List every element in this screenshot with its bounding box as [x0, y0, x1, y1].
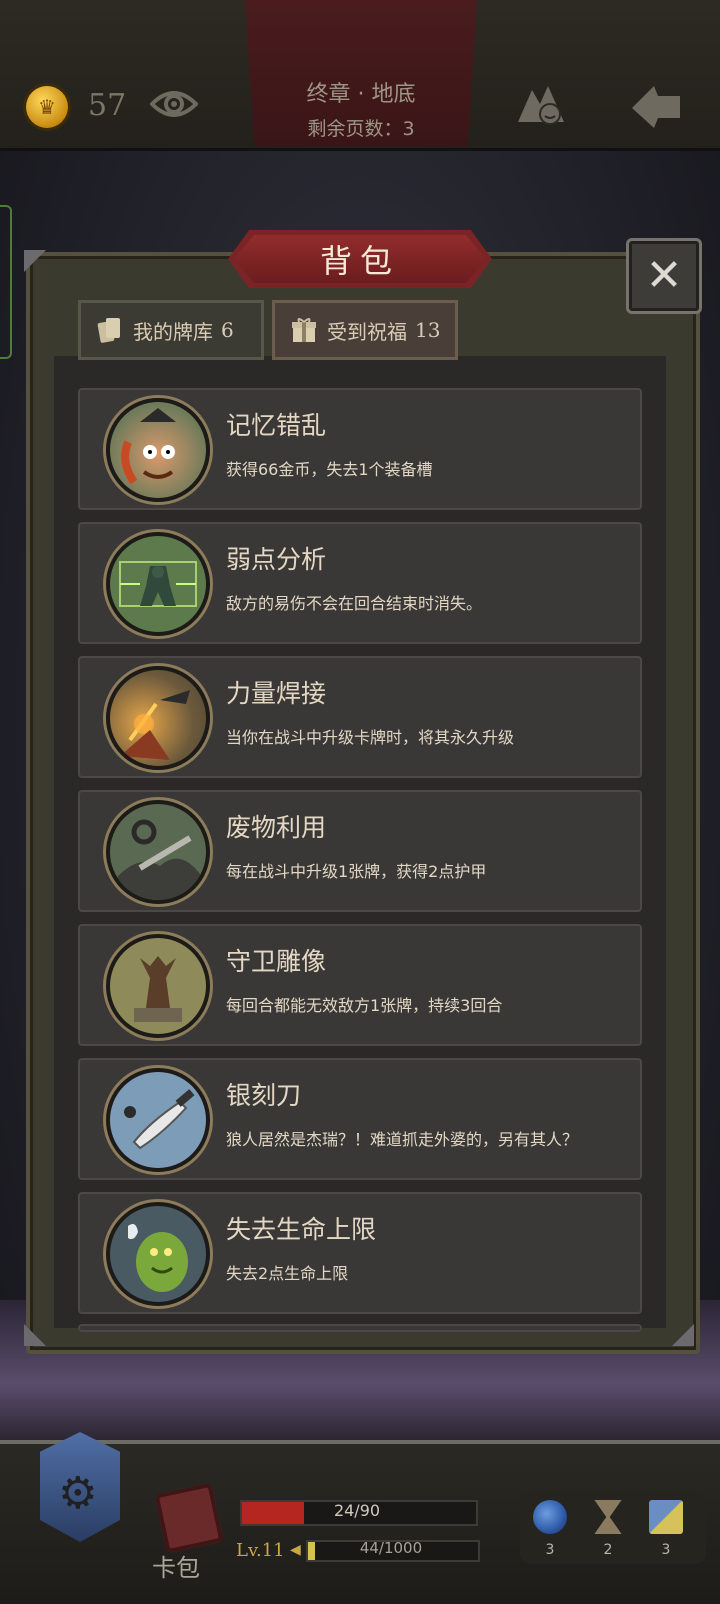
pirate-portrait-icon	[106, 398, 210, 502]
hp-text: 24/90	[333, 1501, 381, 1520]
item-title: 银刻刀	[226, 1081, 302, 1110]
gold-coin-icon: ♛	[26, 86, 68, 128]
tab-blessings[interactable]: 受到祝福 13	[272, 300, 458, 360]
panel-title: 背包	[319, 242, 400, 280]
card-bag-icon[interactable]	[154, 1482, 224, 1554]
item-description: 获得66金币，失去1个装备槽	[226, 460, 433, 479]
gift-icon	[292, 318, 316, 342]
potion-icon	[533, 1500, 567, 1534]
hourglass-icon	[594, 1500, 622, 1534]
guardian-statue-icon	[106, 934, 210, 1038]
potion-slot[interactable]: 3	[528, 1500, 572, 1558]
hourglass-slot[interactable]: 2	[586, 1500, 630, 1558]
back-arrow-icon[interactable]	[628, 82, 684, 132]
cards-icon	[97, 318, 120, 343]
list-item[interactable]: 弱点分析 敌方的易伤不会在回合结束时消失。	[78, 522, 642, 644]
scan-golem-icon	[106, 532, 210, 636]
card-bag-label[interactable]: 卡包	[152, 1548, 200, 1583]
list-item[interactable]: 记忆错乱 获得66金币，失去1个装备槽	[78, 388, 642, 510]
list-item-partial	[78, 1324, 642, 1332]
item-description: 敌方的易伤不会在回合结束时消失。	[226, 594, 483, 613]
cards-icon	[649, 1500, 683, 1534]
pages-remaining: 剩余页数：3	[307, 118, 415, 140]
item-description: 失去2点生命上限	[226, 1264, 349, 1283]
list-item[interactable]: 银刻刀 狼人居然是杰瑞？！难道抓走外婆的，另有其人？	[78, 1058, 642, 1180]
silver-knife-icon	[106, 1068, 210, 1172]
list-item[interactable]: 废物利用 每在战斗中升级1张牌，获得2点护甲	[78, 790, 642, 912]
xp-text: 44/1000	[359, 1539, 423, 1557]
side-tab[interactable]	[0, 205, 12, 359]
tab-label: 我的牌库	[133, 319, 213, 344]
item-description: 狼人居然是杰瑞？！难道抓走外婆的，另有其人？	[226, 1130, 579, 1149]
item-title: 弱点分析	[226, 545, 327, 574]
tab-count: 6	[221, 318, 234, 342]
item-title: 废物利用	[226, 813, 327, 842]
item-title: 记忆错乱	[226, 411, 327, 440]
list-item[interactable]: 失去生命上限 失去2点生命上限	[78, 1192, 642, 1314]
blessing-icon[interactable]	[514, 78, 566, 128]
item-description: 每在战斗中升级1张牌，获得2点护甲	[226, 862, 487, 881]
item-title: 力量焊接	[226, 679, 327, 708]
tab-count: 13	[415, 318, 441, 342]
gear-icon: ⚙	[58, 1468, 98, 1519]
item-title: 失去生命上限	[226, 1215, 377, 1244]
cards-slot[interactable]: 3	[644, 1500, 688, 1558]
item-description: 当你在战斗中升级卡牌时，将其永久升级	[226, 728, 515, 747]
item-title: 守卫雕像	[226, 947, 327, 976]
chapter-title: 终章 · 地底	[306, 82, 416, 107]
close-icon: ✕	[645, 250, 683, 301]
list-item[interactable]: 守卫雕像 每回合都能无效敌方1张牌，持续3回合	[78, 924, 642, 1046]
potion-count: 3	[545, 1542, 555, 1558]
level-arrow-icon: ◀	[290, 1542, 301, 1558]
tab-my-deck[interactable]: 我的牌库 6	[78, 300, 264, 360]
tab-label: 受到祝福	[327, 319, 407, 344]
list-item[interactable]: 力量焊接 当你在战斗中升级卡牌时，将其永久升级	[78, 656, 642, 778]
level-label: Lv.11	[236, 1540, 285, 1561]
cards-count: 3	[661, 1542, 671, 1558]
gold-amount: 57	[88, 88, 127, 123]
item-description: 每回合都能无效敌方1张牌，持续3回合	[226, 996, 503, 1015]
green-ogre-icon	[106, 1202, 210, 1306]
welding-sparks-icon	[106, 666, 210, 770]
eye-icon[interactable]	[150, 84, 198, 124]
close-button[interactable]: ✕	[626, 238, 702, 314]
scrap-pile-icon	[106, 800, 210, 904]
hourglass-count: 2	[603, 1542, 613, 1558]
